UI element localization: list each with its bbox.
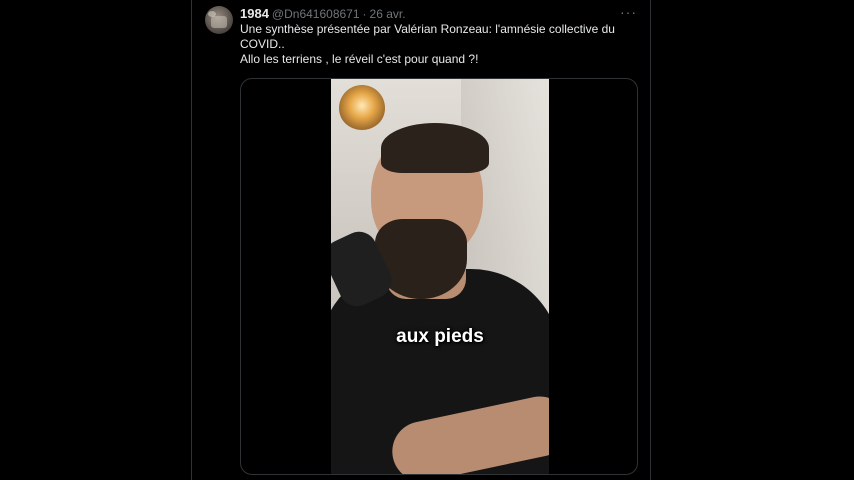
video-lamp [339,85,385,131]
tweet-text: Une synthèse présentée par Valérian Ronz… [240,22,630,67]
avatar[interactable] [205,6,233,34]
avatar-image-highlight [208,11,216,17]
timeline-column: 1984 @Dn641608671 · 26 avr. ··· Une synt… [191,0,651,480]
user-handle[interactable]: @Dn641608671 [272,7,360,21]
tweet-header: 1984 @Dn641608671 · 26 avr. [240,6,406,21]
post-date[interactable]: 26 avr. [370,7,406,21]
tweet[interactable]: 1984 @Dn641608671 · 26 avr. ··· Une synt… [192,0,650,480]
more-horizontal-icon[interactable]: ··· [620,5,636,19]
avatar-image-detail [211,16,227,28]
display-name[interactable]: 1984 [240,6,269,21]
video-frame: aux pieds [331,79,549,474]
video-player[interactable]: aux pieds [240,78,638,475]
dot-separator: · [362,6,367,21]
tweet-text-line: Une synthèse présentée par Valérian Ronz… [240,22,615,51]
tweet-text-line: Allo les terriens , le réveil c'est pour… [240,52,479,66]
video-subtitle: aux pieds [396,326,484,347]
video-person-hair [381,123,489,173]
